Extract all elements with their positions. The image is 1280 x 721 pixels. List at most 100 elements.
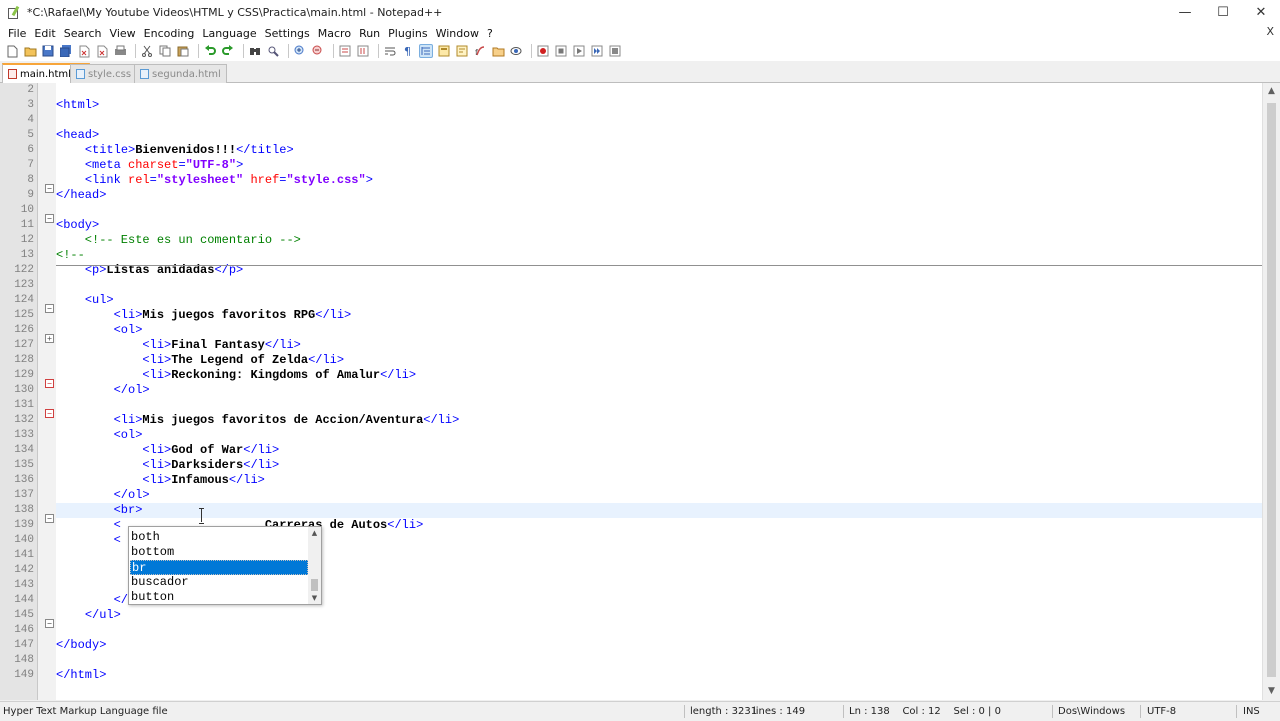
autocomplete-item[interactable]: both	[130, 530, 308, 545]
autocomplete-item-selected[interactable]: br	[130, 560, 308, 575]
fold-collapse-icon[interactable]: −	[45, 184, 54, 193]
code-line[interactable]: <li>The Legend of Zelda</li>	[56, 353, 1262, 368]
code-line[interactable]: <li>Infamous</li>	[56, 473, 1262, 488]
code-line[interactable]: <title>Bienvenidos!!!</title>	[56, 143, 1262, 158]
code-line[interactable]: <body>	[56, 218, 1262, 233]
autocomplete-item[interactable]: buscador	[130, 575, 308, 590]
open-file-icon[interactable]	[23, 44, 37, 58]
zoom-in-icon[interactable]	[293, 44, 307, 58]
code-line[interactable]: </ol>	[56, 383, 1262, 398]
indent-guide-icon[interactable]	[419, 44, 433, 58]
tab-segunda-html[interactable]: segunda.html	[134, 64, 227, 83]
print-icon[interactable]	[113, 44, 127, 58]
code-line[interactable]: <!-- Este es un comentario -->	[56, 233, 1262, 248]
scroll-up-icon[interactable]: ▲	[1263, 83, 1280, 100]
scroll-down-icon[interactable]: ▼	[1263, 683, 1280, 700]
minimize-button[interactable]: —	[1166, 0, 1204, 25]
code-line[interactable]	[56, 203, 1262, 218]
play-macro-multiple-icon[interactable]	[590, 44, 604, 58]
find-icon[interactable]	[248, 44, 262, 58]
fold-collapse-icon[interactable]: −	[45, 214, 54, 223]
sync-horizontal-icon[interactable]	[356, 44, 370, 58]
code-line[interactable]	[56, 398, 1262, 413]
save-macro-icon[interactable]	[608, 44, 622, 58]
code-editor[interactable]: 2 3 4 5 6 7 8 9 10 11 12 13 122 123 124 125 126 127 128 129…	[0, 83, 1280, 700]
fold-expand-icon[interactable]: +	[45, 334, 54, 343]
chevron-up-icon[interactable]: ▲	[308, 527, 321, 539]
fold-collapse-icon[interactable]: −	[45, 619, 54, 628]
code-line[interactable]: <head>	[56, 128, 1262, 143]
user-language-icon[interactable]	[437, 44, 451, 58]
code-line[interactable]	[56, 83, 1262, 98]
paste-icon[interactable]	[176, 44, 190, 58]
chevron-down-icon[interactable]: ▼	[308, 592, 321, 604]
code-line[interactable]	[56, 278, 1262, 293]
eol-format[interactable]: Dos\Windows	[1058, 702, 1125, 721]
code-area[interactable]: <html> <head> <title>Bienvenidos!!!</titl…	[56, 83, 1262, 700]
code-line[interactable]: </ol>	[56, 488, 1262, 503]
maximize-button[interactable]: ☐	[1204, 0, 1242, 25]
code-line[interactable]	[56, 113, 1262, 128]
code-line[interactable]: <li>Final Fantasy</li>	[56, 338, 1262, 353]
autocomplete-item[interactable]: button	[130, 590, 308, 605]
sync-vertical-icon[interactable]	[338, 44, 352, 58]
menu-settings[interactable]: Settings	[261, 27, 314, 40]
code-line[interactable]	[56, 653, 1262, 668]
close-all-icon[interactable]	[95, 44, 109, 58]
code-line[interactable]: <ul>	[56, 293, 1262, 308]
save-all-icon[interactable]	[59, 44, 73, 58]
fold-margin[interactable]	[38, 83, 56, 700]
replace-icon[interactable]	[266, 44, 280, 58]
menu-window[interactable]: Window	[432, 27, 483, 40]
code-line[interactable]: <link rel="stylesheet" href="style.css">	[56, 173, 1262, 188]
menu-encoding[interactable]: Encoding	[140, 27, 199, 40]
fold-collapse-icon[interactable]: −	[45, 304, 54, 313]
show-all-characters-icon[interactable]: ¶	[401, 44, 415, 58]
redo-icon[interactable]	[221, 44, 235, 58]
tab-style-css[interactable]: style.css	[70, 64, 138, 83]
autocomplete-popup[interactable]: both bottom br buscador button ▲ ▼	[128, 526, 322, 605]
menu-edit[interactable]: Edit	[30, 27, 59, 40]
record-macro-icon[interactable]	[536, 44, 550, 58]
undo-icon[interactable]	[203, 44, 217, 58]
new-file-icon[interactable]	[5, 44, 19, 58]
autocomplete-scroll-thumb[interactable]	[311, 579, 318, 591]
vertical-scrollbar[interactable]: ▲ ▼	[1262, 83, 1280, 700]
menu-file[interactable]: File	[4, 27, 30, 40]
fold-collapse-icon[interactable]: −	[45, 514, 54, 523]
code-line[interactable]: <li>Mis juegos favoritos RPG</li>	[56, 308, 1262, 323]
code-line[interactable]	[56, 623, 1262, 638]
menu-macro[interactable]: Macro	[314, 27, 355, 40]
autocomplete-item[interactable]: bottom	[130, 545, 308, 560]
menu-plugins[interactable]: Plugins	[384, 27, 431, 40]
document-map-icon[interactable]	[455, 44, 469, 58]
code-line[interactable]: <li>Darksiders</li>	[56, 458, 1262, 473]
current-code-line[interactable]: <br>	[56, 503, 1262, 518]
menu-language[interactable]: Language	[198, 27, 260, 40]
code-line[interactable]: <li>God of War</li>	[56, 443, 1262, 458]
function-list-icon[interactable]: f	[473, 44, 487, 58]
word-wrap-icon[interactable]	[383, 44, 397, 58]
code-line[interactable]: <ol>	[56, 323, 1262, 338]
autocomplete-scrollbar[interactable]: ▲ ▼	[308, 527, 321, 604]
close-button[interactable]: ✕	[1242, 0, 1280, 25]
encoding-readout[interactable]: UTF-8	[1147, 702, 1176, 721]
close-document-button[interactable]: X	[1266, 25, 1274, 38]
close-file-icon[interactable]	[77, 44, 91, 58]
code-line[interactable]: <ol>	[56, 428, 1262, 443]
play-macro-icon[interactable]	[572, 44, 586, 58]
code-line[interactable]: <li>Mis juegos favoritos de Accion/Avent…	[56, 413, 1262, 428]
zoom-out-icon[interactable]	[311, 44, 325, 58]
code-line[interactable]: <meta charset="UTF-8">	[56, 158, 1262, 173]
menu-help[interactable]: ?	[483, 27, 497, 40]
stop-macro-icon[interactable]	[554, 44, 568, 58]
fold-collapse-icon[interactable]: −	[45, 379, 54, 388]
code-line[interactable]: <!--	[56, 248, 1262, 263]
folder-workspace-icon[interactable]	[491, 44, 505, 58]
code-line[interactable]: </ul>	[56, 608, 1262, 623]
menu-run[interactable]: Run	[355, 27, 384, 40]
cut-icon[interactable]	[140, 44, 154, 58]
monitoring-icon[interactable]	[509, 44, 523, 58]
code-line[interactable]: <html>	[56, 98, 1262, 113]
copy-icon[interactable]	[158, 44, 172, 58]
